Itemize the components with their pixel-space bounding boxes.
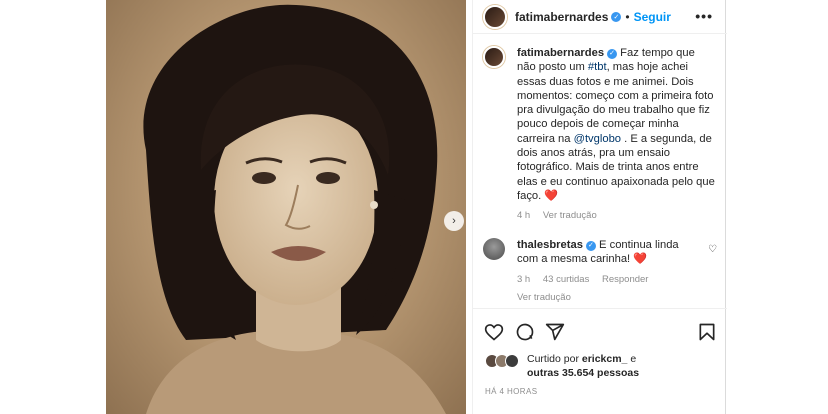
verified-icon: ✓ xyxy=(585,241,596,252)
heart-icon[interactable] xyxy=(484,322,504,342)
likes-text: Curtido por erickcm_ e outras 35.654 pes… xyxy=(527,352,639,380)
likes-prefix: Curtido por xyxy=(527,353,582,365)
post-photo[interactable]: › xyxy=(106,0,466,414)
more-options-icon[interactable]: ••• xyxy=(695,8,713,24)
post-details-panel: fatimabernardes ✓ • Seguir ••• fatimaber… xyxy=(472,0,727,414)
heart-emoji: ❤️ xyxy=(544,189,559,202)
follow-button[interactable]: Seguir xyxy=(634,10,671,24)
post-header: fatimabernardes ✓ • Seguir ••• xyxy=(473,0,727,34)
post-caption: fatimabernardes ✓ Faz tempo que não posto… xyxy=(483,46,719,224)
comment-icon[interactable] xyxy=(515,322,535,342)
caption-time: 4 h xyxy=(517,210,531,222)
see-translation-button[interactable]: Ver tradução xyxy=(543,210,597,221)
bookmark-icon[interactable] xyxy=(697,322,717,342)
comment-see-translation-button[interactable]: Ver tradução xyxy=(517,291,695,305)
comment-username[interactable]: thalesbretas xyxy=(517,239,583,251)
caption-meta: 4 h Ver tradução xyxy=(517,209,715,223)
heart-emoji: ❤️ xyxy=(633,253,648,266)
hashtag-link[interactable]: #tbt xyxy=(588,61,607,73)
comment-meta: 3 h 43 curtidas Responder xyxy=(517,273,695,287)
portrait-illustration xyxy=(143,4,446,414)
share-icon[interactable] xyxy=(545,322,565,342)
commenter-avatar[interactable] xyxy=(483,238,505,260)
likes-count-button[interactable]: outras 35.654 pessoas xyxy=(527,367,639,379)
likes-middle: e xyxy=(627,353,637,365)
caption-avatar[interactable] xyxy=(483,46,505,68)
action-bar xyxy=(473,308,727,354)
liker-avatar xyxy=(505,354,519,368)
header-separator: • xyxy=(625,9,630,24)
liker-username[interactable]: erickcm_ xyxy=(582,353,628,365)
post-timestamp: HÁ 4 HORAS xyxy=(485,387,538,396)
verified-icon: ✓ xyxy=(607,49,618,60)
comment-item: thalesbretas ✓ E continua linda com a mes… xyxy=(483,238,719,305)
comment-likes-button[interactable]: 43 curtidas xyxy=(543,274,589,285)
comment-body: thalesbretas ✓ E continua linda com a mes… xyxy=(517,238,695,305)
author-avatar[interactable] xyxy=(483,4,507,29)
comment-like-icon[interactable]: ♡ xyxy=(708,244,717,255)
caption-username[interactable]: fatimabernardes xyxy=(517,47,604,59)
caption-body: fatimabernardes ✓ Faz tempo que não posto… xyxy=(517,46,715,224)
likes-summary: Curtido por erickcm_ e outras 35.654 pes… xyxy=(485,352,639,380)
liker-avatars xyxy=(485,354,519,368)
next-photo-button[interactable]: › xyxy=(444,211,464,231)
comment-time: 3 h xyxy=(517,273,531,285)
author-username[interactable]: fatimabernardes xyxy=(515,10,608,24)
verified-icon: ✓ xyxy=(611,11,622,22)
reply-button[interactable]: Responder xyxy=(602,274,648,285)
mention-link[interactable]: @tvglobo xyxy=(574,133,621,145)
